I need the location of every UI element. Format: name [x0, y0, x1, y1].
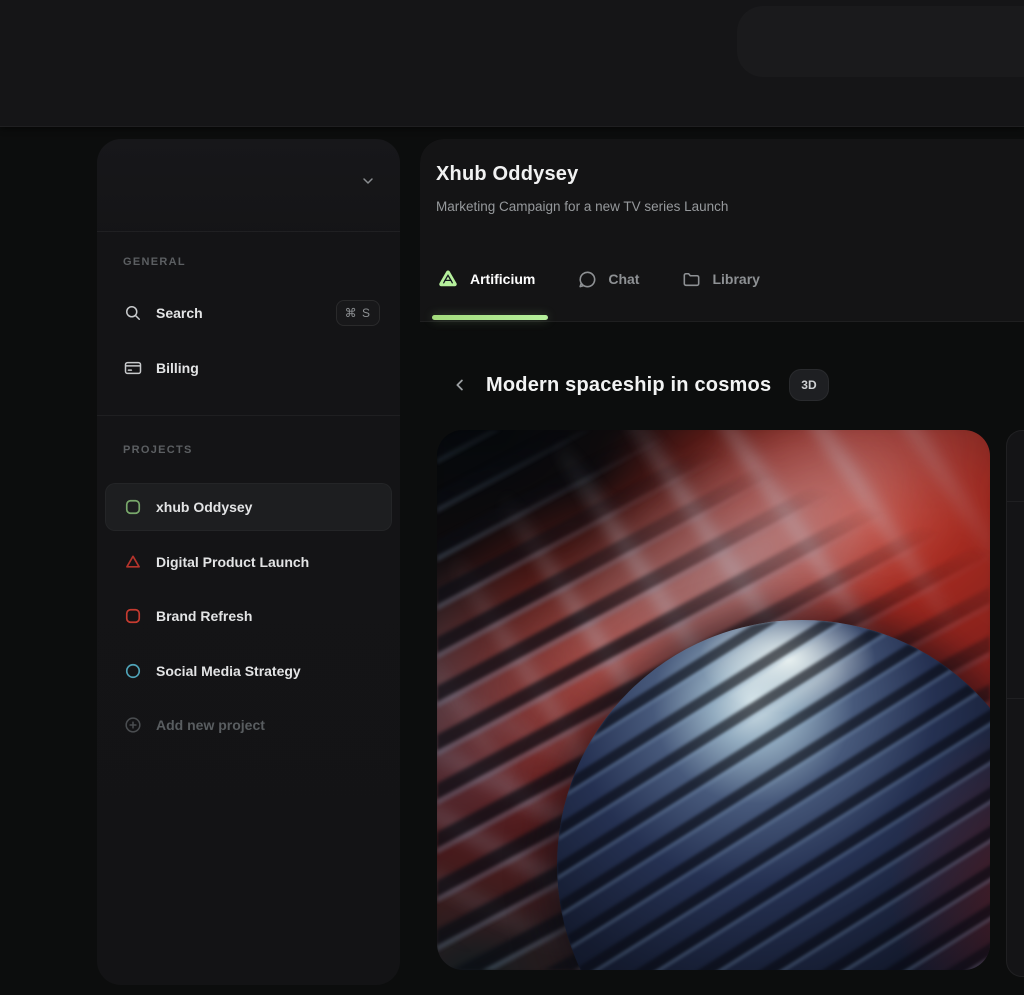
sidebar-section-general: GENERAL: [123, 256, 186, 268]
search-shortcut-badge: ⌘ S: [336, 300, 380, 326]
top-right-window-shape: [737, 6, 1024, 77]
active-tab-indicator: [432, 315, 548, 320]
header-divider: [420, 321, 1024, 322]
tab-library[interactable]: Library: [681, 269, 759, 290]
sidebar-item-label: Social Media Strategy: [156, 663, 301, 679]
sidebar-item-label: xhub Oddysey: [156, 499, 252, 515]
panel-divider: [1007, 698, 1024, 699]
next-panel-partial[interactable]: [1006, 430, 1024, 977]
project-subtitle: Marketing Campaign for a new TV series L…: [436, 199, 728, 214]
sidebar-item-label: Digital Product Launch: [156, 554, 309, 570]
project-header: Xhub Oddysey Marketing Campaign for a ne…: [420, 139, 1024, 322]
project-circle-icon: [123, 661, 143, 681]
sidebar-project-digital-product-launch[interactable]: Digital Product Launch: [105, 538, 392, 586]
chevron-down-icon: [360, 173, 376, 189]
project-triangle-icon: [123, 552, 143, 572]
tab-label: Library: [712, 271, 759, 287]
sidebar-item-label: Billing: [156, 360, 199, 376]
sidebar-item-search[interactable]: Search ⌘ S: [105, 289, 392, 337]
workspace-collapse-button[interactable]: [356, 169, 380, 193]
sidebar-item-label: Brand Refresh: [156, 608, 252, 624]
3d-badge: 3D: [789, 369, 828, 401]
chevron-left-icon: [451, 376, 469, 394]
tab-artificium[interactable]: Artificium: [436, 267, 535, 291]
billing-card-icon: [123, 358, 143, 378]
panel-divider: [1007, 501, 1024, 502]
sidebar-project-brand-refresh[interactable]: Brand Refresh: [105, 592, 392, 640]
plus-circle-icon: [123, 715, 143, 735]
tab-label: Chat: [608, 271, 639, 287]
generation-titlebar: Modern spaceship in cosmos 3D: [448, 367, 829, 403]
artwork-vignette: [437, 430, 990, 970]
sidebar-divider: [97, 231, 400, 232]
top-banner: [0, 0, 1024, 127]
project-square-icon: [123, 497, 143, 517]
tab-label: Artificium: [470, 271, 535, 287]
project-square-icon: [123, 606, 143, 626]
main-panel: Xhub Oddysey Marketing Campaign for a ne…: [420, 139, 1024, 995]
library-folder-icon: [681, 269, 702, 290]
sidebar-section-projects: PROJECTS: [123, 444, 193, 456]
back-button[interactable]: [448, 373, 472, 397]
sidebar-project-xhub-oddysey[interactable]: xhub Oddysey: [105, 483, 392, 531]
project-title: Xhub Oddysey: [436, 163, 578, 186]
sidebar-project-social-media-strategy[interactable]: Social Media Strategy: [105, 647, 392, 695]
sidebar-item-label: Search: [156, 305, 203, 321]
sidebar-item-label: Add new project: [156, 717, 265, 733]
sidebar-item-billing[interactable]: Billing: [105, 344, 392, 392]
sidebar-divider: [97, 415, 400, 416]
sidebar: GENERAL Search ⌘ S Billing PROJECTS xhub…: [97, 139, 400, 985]
tab-bar: Artificium Chat Library: [436, 257, 760, 301]
generated-image-card[interactable]: [437, 430, 990, 970]
generation-title: Modern spaceship in cosmos: [486, 374, 771, 397]
chat-bubble-icon: [577, 269, 598, 290]
artificium-logo-icon: [436, 267, 460, 291]
add-new-project-button[interactable]: Add new project: [105, 701, 392, 749]
search-icon: [123, 303, 143, 323]
tab-chat[interactable]: Chat: [577, 269, 639, 290]
